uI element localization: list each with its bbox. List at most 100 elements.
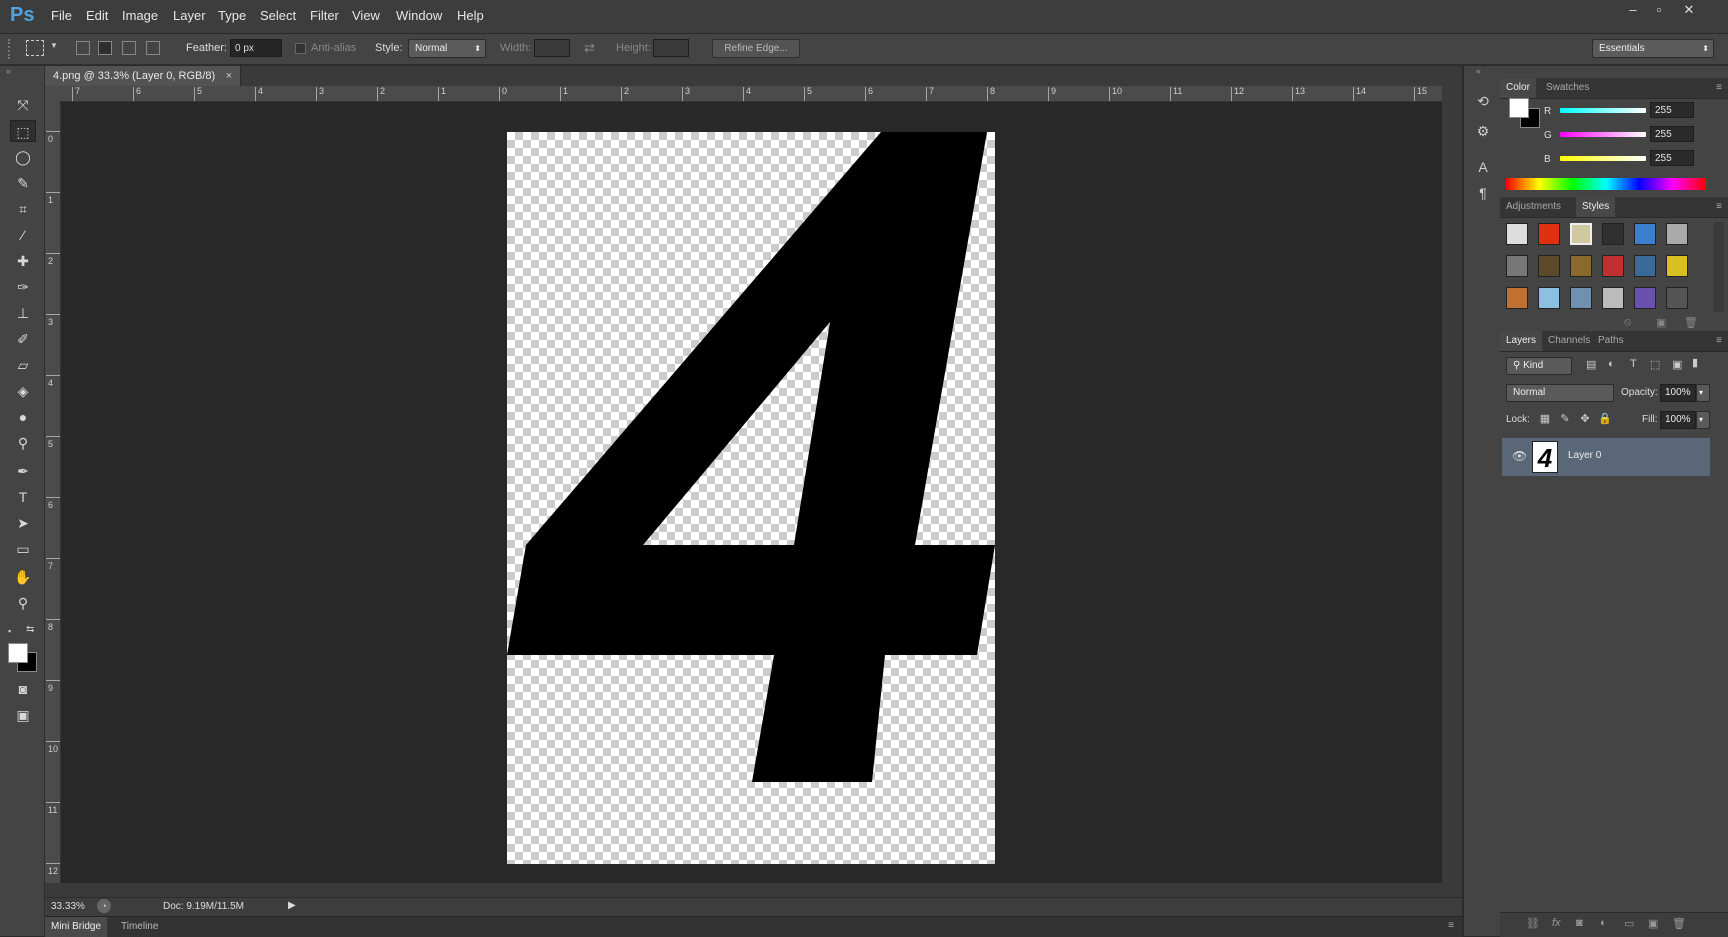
add-selection-icon[interactable] — [98, 41, 112, 55]
filter-smart-object-icon[interactable]: ▣ — [1672, 358, 1682, 371]
style-preset-swatch[interactable] — [1634, 255, 1656, 277]
style-preset-swatch[interactable] — [1506, 223, 1528, 245]
layers-panel-menu-icon[interactable]: ≡ — [1716, 335, 1722, 346]
menu-filter[interactable]: Filter — [310, 8, 339, 23]
tab-color[interactable]: Color — [1500, 78, 1536, 98]
style-preset-swatch[interactable] — [1634, 287, 1656, 309]
add-mask-icon[interactable]: ◙ — [1576, 917, 1583, 929]
swap-dimensions-icon[interactable]: ⇄ — [584, 40, 595, 56]
zoom-tool-icon[interactable]: ⚲ — [10, 592, 36, 614]
workspace-select[interactable]: Essentials ⬍ — [1592, 39, 1714, 58]
tab-swatches[interactable]: Swatches — [1540, 78, 1595, 98]
subtract-selection-icon[interactable] — [122, 41, 136, 55]
style-preset-swatch[interactable] — [1602, 223, 1624, 245]
ruler-origin[interactable] — [45, 86, 60, 101]
refine-edge-button[interactable]: Refine Edge... — [712, 39, 800, 58]
lasso-tool-icon[interactable]: ◯ — [10, 146, 36, 168]
style-preset-swatch[interactable] — [1634, 223, 1656, 245]
blue-slider[interactable] — [1560, 156, 1646, 161]
style-preset-swatch[interactable] — [1602, 255, 1624, 277]
delete-layer-icon[interactable]: 🗑 — [1672, 917, 1686, 930]
horizontal-scrollbar[interactable] — [45, 883, 1462, 897]
rectangular-marquee-tool-icon[interactable]: ⬚ — [10, 120, 36, 142]
eraser-tool-icon[interactable]: ▱ — [10, 354, 36, 376]
filter-adjustment-icon[interactable]: ◐ — [1608, 358, 1615, 370]
status-info-icon[interactable]: ◔ — [97, 899, 111, 913]
layer-style-icon[interactable]: fx — [1552, 917, 1561, 929]
tab-layers[interactable]: Layers — [1500, 331, 1543, 351]
style-preset-swatch[interactable] — [1538, 223, 1560, 245]
dodge-tool-icon[interactable]: ⚲ — [10, 432, 36, 454]
visibility-eye-icon[interactable]: 👁 — [1512, 449, 1527, 463]
new-selection-icon[interactable] — [76, 41, 90, 55]
opacity-input[interactable]: 100% — [1660, 384, 1696, 402]
tab-timeline[interactable]: Timeline — [115, 917, 164, 937]
close-tab-icon[interactable]: × — [226, 66, 232, 86]
properties-icon[interactable]: ⚙ — [1472, 120, 1494, 142]
new-layer-icon[interactable]: ▣ — [1648, 917, 1658, 930]
hand-tool-icon[interactable]: ✋ — [10, 566, 36, 588]
expand-strip-icon[interactable]: « — [1476, 66, 1481, 76]
eyedropper-tool-icon[interactable]: ⁄ — [10, 224, 36, 246]
tab-mini-bridge[interactable]: Mini Bridge — [45, 917, 108, 937]
layer-filter-select[interactable]: ⚲ Kind — [1506, 357, 1572, 375]
maximize-button[interactable]: ▫ — [1646, 2, 1672, 18]
paragraph-icon[interactable]: ¶ — [1472, 182, 1494, 204]
red-value[interactable]: 255 — [1650, 102, 1694, 118]
blend-mode-select[interactable]: Normal — [1506, 384, 1614, 402]
document-tab[interactable]: 4.png @ 33.3% (Layer 0, RGB/8) × — [45, 66, 241, 86]
filter-type-icon[interactable]: T — [1630, 358, 1637, 370]
opacity-dropdown-icon[interactable]: ▾ — [1696, 384, 1710, 402]
width-input[interactable] — [534, 39, 570, 57]
tab-paths[interactable]: Paths — [1592, 331, 1630, 351]
color-panel-menu-icon[interactable]: ≡ — [1716, 82, 1722, 93]
lock-position-icon[interactable]: ✥ — [1578, 412, 1592, 426]
style-preset-swatch[interactable] — [1506, 287, 1528, 309]
red-slider[interactable] — [1560, 108, 1646, 113]
new-group-icon[interactable]: ▭ — [1624, 917, 1634, 930]
style-preset-swatch[interactable] — [1538, 255, 1560, 277]
layer-row[interactable]: 👁 4 Layer 0 — [1502, 438, 1710, 476]
document-canvas[interactable] — [507, 132, 995, 864]
quick-mask-icon[interactable]: ◙ — [10, 678, 36, 700]
style-preset-swatch[interactable] — [1666, 255, 1688, 277]
minimize-button[interactable]: – — [1620, 2, 1646, 18]
feather-input[interactable]: 0 px — [230, 39, 282, 57]
menu-edit[interactable]: Edit — [86, 8, 108, 23]
foreground-color-swatch[interactable] — [8, 643, 28, 663]
default-colors-icon[interactable]: ▪ — [8, 626, 11, 636]
menu-window[interactable]: Window — [396, 8, 442, 23]
style-preset-swatch[interactable] — [1570, 287, 1592, 309]
paint-bucket-tool-icon[interactable]: ◈ — [10, 380, 36, 402]
style-preset-swatch[interactable] — [1506, 255, 1528, 277]
menu-image[interactable]: Image — [122, 8, 158, 23]
swap-colors-icon[interactable]: ⇆ — [26, 624, 34, 635]
bottom-panel-menu-icon[interactable]: ≡ — [1448, 920, 1454, 931]
menu-view[interactable]: View — [352, 8, 380, 23]
height-input[interactable] — [653, 39, 689, 57]
link-layers-icon[interactable]: ⛓ — [1526, 917, 1540, 930]
status-menu-arrow-icon[interactable]: ▶ — [288, 900, 296, 911]
healing-brush-tool-icon[interactable]: ✚ — [10, 250, 36, 272]
preset-dropdown-icon[interactable]: ▼ — [50, 41, 58, 50]
lock-image-icon[interactable]: ✎ — [1558, 412, 1572, 426]
blur-tool-icon[interactable]: ● — [10, 406, 36, 428]
menu-type[interactable]: Type — [218, 8, 246, 23]
style-preset-swatch[interactable] — [1602, 287, 1624, 309]
menu-file[interactable]: File — [51, 8, 72, 23]
quick-selection-tool-icon[interactable]: ✎ — [10, 172, 36, 194]
crop-tool-icon[interactable]: ⌗ — [10, 198, 36, 220]
fill-input[interactable]: 100% — [1660, 411, 1696, 429]
clone-stamp-tool-icon[interactable]: ⊥ — [10, 302, 36, 324]
clear-style-icon[interactable]: ⦸ — [1624, 316, 1631, 329]
green-slider[interactable] — [1560, 132, 1646, 137]
zoom-level[interactable]: 33.33% — [51, 901, 85, 912]
adjustment-layer-icon[interactable]: ◐ — [1600, 917, 1607, 929]
type-tool-icon[interactable]: T — [10, 486, 36, 508]
style-preset-swatch[interactable] — [1570, 223, 1592, 245]
menu-help[interactable]: Help — [457, 8, 484, 23]
style-select[interactable]: Normal ⬍ — [408, 39, 486, 58]
lock-all-icon[interactable]: 🔒 — [1598, 412, 1612, 426]
vertical-scrollbar[interactable] — [1442, 86, 1462, 883]
styles-scrollbar[interactable] — [1714, 222, 1724, 312]
